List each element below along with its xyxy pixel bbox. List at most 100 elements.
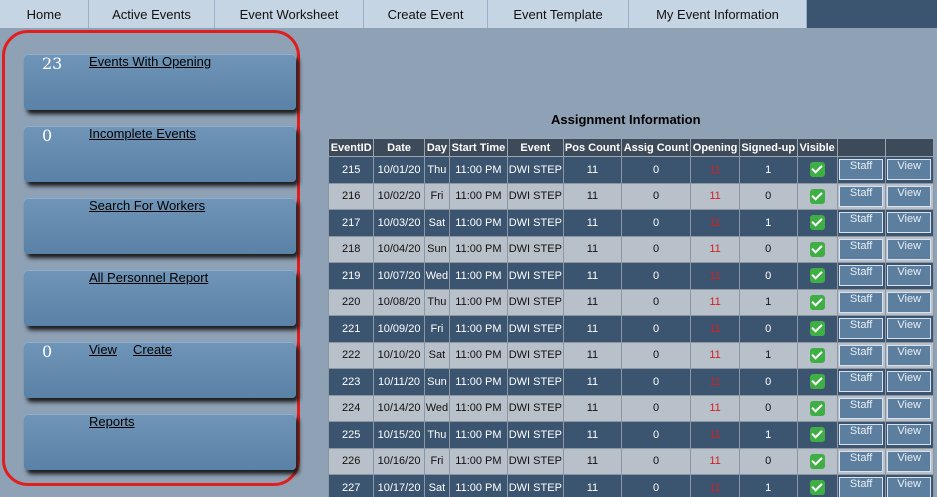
col-signed-up[interactable]: Signed-up [738,138,798,157]
events-with-opening-link[interactable]: Events With Opening [89,54,211,110]
staff-button[interactable]: Staff [839,344,884,366]
tab-create-event[interactable]: Create Event [364,0,488,28]
all-personnel-report-link[interactable]: All Personnel Report [89,270,208,326]
tab-home[interactable]: Home [0,0,89,28]
cell-date: 10/04/20 [373,235,425,263]
checkbox-checked-icon[interactable] [809,347,825,363]
staff-button[interactable]: Staff [839,477,884,497]
incomplete-events-link[interactable]: Incomplete Events [89,126,196,182]
staff-button[interactable]: Staff [839,238,884,260]
cell-signed-up: 0 [738,447,798,475]
checkbox-checked-icon[interactable] [809,215,825,231]
view-button[interactable]: View [887,318,932,340]
view-button[interactable]: View [887,371,932,393]
view-button[interactable]: View [887,397,932,419]
staff-button[interactable]: Staff [839,424,884,446]
checkbox-checked-icon[interactable] [809,188,825,204]
cell-assig-count: 0 [620,474,692,497]
cell-pos-count: 11 [562,368,622,396]
view-button[interactable]: View [887,212,932,234]
staff-button[interactable]: Staff [839,450,884,472]
cell-event: DWI STEP [506,447,564,475]
col-day[interactable]: Day [423,138,451,157]
cell-day: Sat [423,474,451,497]
cell-opening: 11 [690,315,740,343]
staff-button[interactable]: Staff [839,265,884,287]
search-for-workers-link[interactable]: Search For Workers [89,198,205,254]
table-row: 223 10/11/20 Sun 11:00 PM DWI STEP 11 0 11 0 Staf… [327,368,934,396]
tab-event-worksheet[interactable]: Event Worksheet [215,0,364,28]
cell-visible [796,209,838,237]
cell-visible [796,235,838,263]
view-button[interactable]: View [887,159,932,181]
view-link[interactable]: View [89,342,117,398]
view-button[interactable]: View [887,291,932,313]
checkbox-checked-icon[interactable] [809,400,825,416]
col-date[interactable]: Date [373,138,425,157]
cell-day: Sun [423,368,451,396]
incomplete-events-tile[interactable]: 0 Incomplete Events [24,126,296,182]
cell-day: Fri [423,315,451,343]
view-button[interactable]: View [887,424,932,446]
col-opening[interactable]: Opening [690,138,740,157]
col-start-time[interactable]: Start Time [449,138,508,157]
cell-visible [796,341,838,369]
col-event[interactable]: Event [506,138,564,157]
cell-visible [796,156,838,184]
cell-visible [796,182,838,210]
cell-event: DWI STEP [506,341,564,369]
cell-view-action: View [884,315,934,343]
table-row: 224 10/14/20 Wed 11:00 PM DWI STEP 11 0 11 0 Staf… [327,394,934,422]
checkbox-checked-icon[interactable] [809,427,825,443]
checkbox-checked-icon[interactable] [809,268,825,284]
col-pos-count[interactable]: Pos Count [562,138,622,157]
quick-links-panel: 23 Events With Opening 0 Incomplete Even… [2,30,300,486]
cell-pos-count: 11 [562,209,622,237]
checkbox-checked-icon[interactable] [809,374,825,390]
checkbox-checked-icon[interactable] [809,321,825,337]
cell-visible [796,421,838,449]
tab-event-template[interactable]: Event Template [488,0,629,28]
view-button[interactable]: View [887,265,932,287]
view-button[interactable]: View [887,185,932,207]
view-button[interactable]: View [887,344,932,366]
cell-event: DWI STEP [506,262,564,290]
cell-assig-count: 0 [620,209,692,237]
cell-opening: 11 [690,262,740,290]
staff-button[interactable]: Staff [839,318,884,340]
checkbox-checked-icon[interactable] [809,480,825,496]
tab-active-events[interactable]: Active Events [89,0,215,28]
staff-button[interactable]: Staff [839,291,884,313]
staff-button[interactable]: Staff [839,212,884,234]
reports-tile[interactable]: Reports [24,414,296,470]
reports-link[interactable]: Reports [89,414,135,470]
staff-button[interactable]: Staff [839,371,884,393]
col-eventid[interactable]: EventID [327,138,375,157]
cell-view-action: View [884,368,934,396]
checkbox-checked-icon[interactable] [809,241,825,257]
cell-assig-count: 0 [620,315,692,343]
cell-visible [796,447,838,475]
cell-visible [796,315,838,343]
checkbox-checked-icon[interactable] [809,162,825,178]
cell-staff-action: Staff [836,209,886,237]
cell-pos-count: 11 [562,288,622,316]
view-button[interactable]: View [887,450,932,472]
staff-button[interactable]: Staff [839,159,884,181]
tab-my-event-information[interactable]: My Event Information [629,0,807,28]
cell-opening: 11 [690,474,740,497]
checkbox-checked-icon[interactable] [809,294,825,310]
staff-button[interactable]: Staff [839,185,884,207]
personnel-report-tile[interactable]: All Personnel Report [24,270,296,326]
col-assig-count[interactable]: Assig Count [620,138,692,157]
view-button[interactable]: View [887,238,932,260]
cell-start-time: 11:00 PM [449,447,508,475]
cell-date: 10/03/20 [373,209,425,237]
create-link[interactable]: Create [133,342,172,398]
search-workers-tile[interactable]: Search For Workers [24,198,296,254]
events-with-opening-tile[interactable]: 23 Events With Opening [24,54,296,110]
checkbox-checked-icon[interactable] [809,453,825,469]
view-button[interactable]: View [887,477,932,497]
col-visible[interactable]: Visible [796,138,838,157]
staff-button[interactable]: Staff [839,397,884,419]
